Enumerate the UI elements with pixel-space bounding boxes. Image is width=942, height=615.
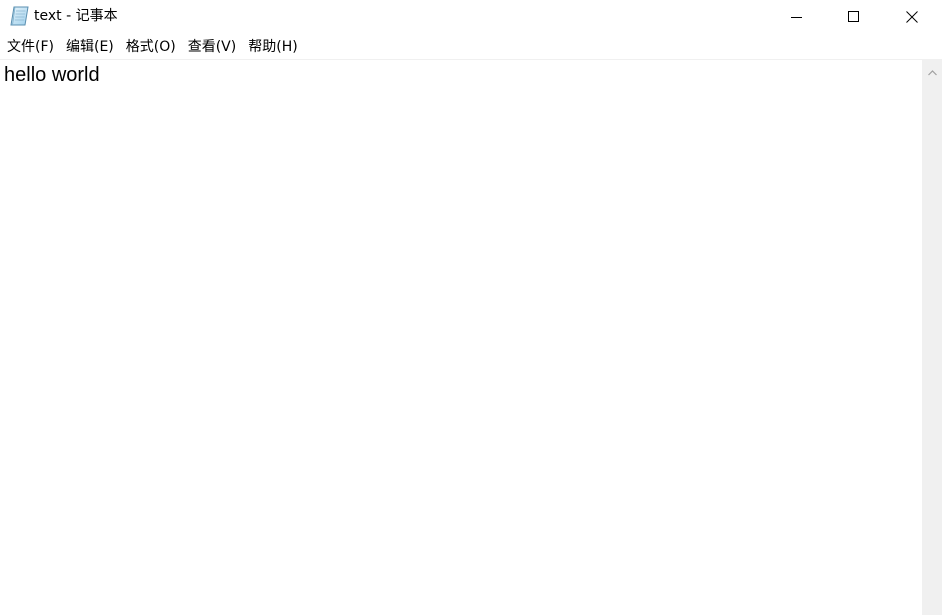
notepad-icon[interactable] bbox=[10, 6, 29, 26]
minimize-button[interactable] bbox=[768, 0, 826, 33]
vertical-scrollbar[interactable] bbox=[922, 60, 942, 615]
maximize-button[interactable] bbox=[825, 0, 883, 33]
close-icon bbox=[906, 10, 918, 23]
menu-edit[interactable]: 编辑(E) bbox=[60, 36, 120, 58]
menu-file[interactable]: 文件(F) bbox=[1, 36, 60, 58]
scroll-track[interactable] bbox=[922, 80, 942, 615]
maximize-icon bbox=[848, 10, 860, 23]
menu-help[interactable]: 帮助(H) bbox=[242, 36, 303, 58]
scroll-up-button[interactable] bbox=[922, 60, 942, 80]
window-title: text - 记事本 bbox=[34, 8, 118, 24]
title-bar[interactable]: text - 记事本 bbox=[0, 0, 942, 33]
close-button[interactable] bbox=[883, 0, 941, 33]
text-editor[interactable]: hello world bbox=[0, 60, 922, 615]
minimize-icon bbox=[791, 11, 803, 23]
menu-view[interactable]: 查看(V) bbox=[182, 36, 243, 58]
menu-format[interactable]: 格式(O) bbox=[120, 36, 182, 58]
notepad-window: text - 记事本 文件(F) 编辑(E) 格式(O) 查看(V) 帮助(H)… bbox=[0, 0, 942, 615]
menu-bar: 文件(F) 编辑(E) 格式(O) 查看(V) 帮助(H) bbox=[0, 35, 942, 59]
chevron-up-icon bbox=[927, 61, 937, 80]
